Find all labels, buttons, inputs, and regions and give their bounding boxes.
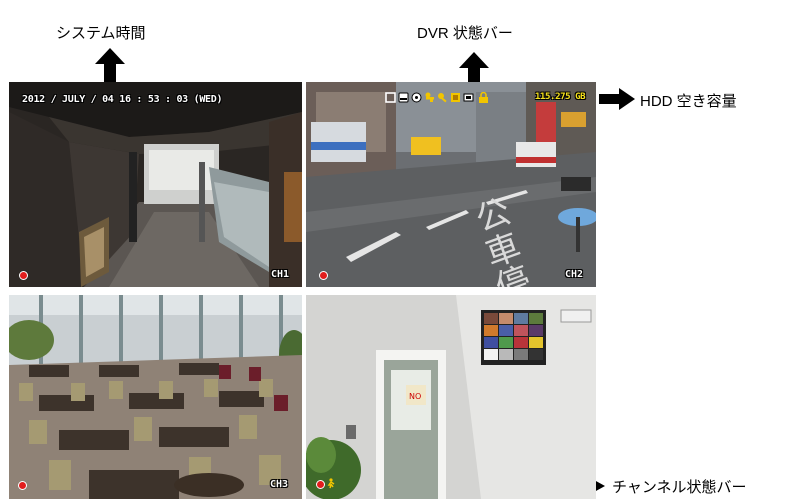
disc-icon <box>411 92 422 103</box>
osd-datetime: 2012 / JULY / 04 16 : 53 : 03 (WED) <box>22 94 223 105</box>
hdd-icon <box>398 92 409 103</box>
hdd-arrow-icon <box>599 88 635 110</box>
network-icon <box>385 92 396 103</box>
ch4-record-dot-icon <box>316 480 325 489</box>
key-lock-icon <box>438 93 447 103</box>
channel-status-bar-label: チャンネル状態バー <box>612 479 747 496</box>
hdd-free-space-label: HDD 空き容量 <box>640 93 737 110</box>
camera-view-ch3[interactable]: CH3 <box>9 295 302 499</box>
system-time-arrow-icon <box>95 48 125 84</box>
motion-detect-icon <box>327 478 335 489</box>
ch1-record-dot-icon <box>19 271 28 280</box>
ch1-label: CH1 <box>271 269 290 280</box>
ch3-record-dot-icon <box>18 481 27 490</box>
svg-text:NO: NO <box>409 392 421 401</box>
usb-icon <box>463 93 474 102</box>
dvr-status-bar-label: DVR 状態バー <box>417 25 513 42</box>
hdd-capacity-readout: 115.275 GB <box>535 92 586 102</box>
camera-view-ch2[interactable]: 公 車 停 115.275 GB CH2 <box>306 82 596 287</box>
ch2-label: CH2 <box>565 269 584 280</box>
alarm-icon <box>451 93 460 102</box>
system-time-label: システム時間 <box>56 25 146 42</box>
camera-view-ch1[interactable]: 2012 / JULY / 04 16 : 53 : 03 (WED) CH1 <box>9 82 302 287</box>
camera-view-ch4[interactable]: NO <box>306 295 596 499</box>
lock-icon <box>479 92 488 103</box>
ch2-record-dot-icon <box>319 271 328 280</box>
ch3-label: CH3 <box>270 479 289 490</box>
user-key-icon <box>425 92 434 102</box>
